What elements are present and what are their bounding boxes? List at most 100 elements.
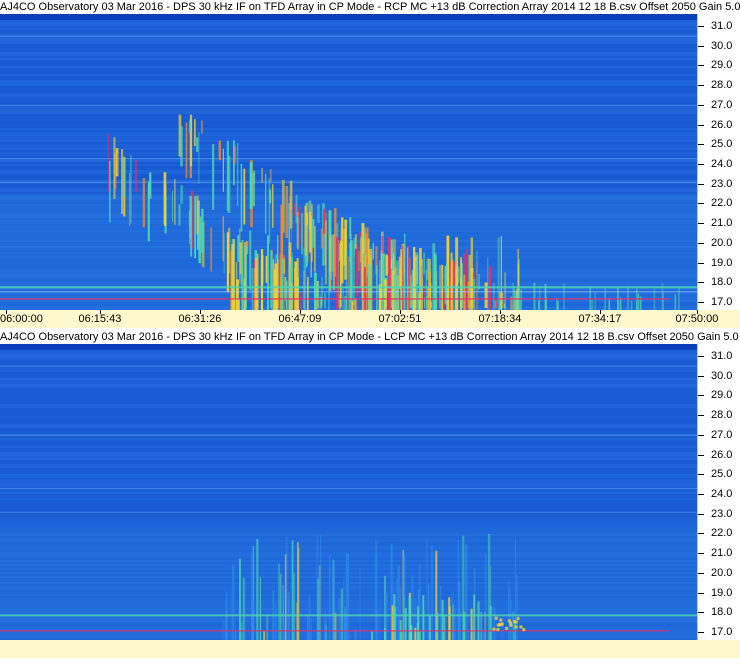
noise-band [0, 506, 697, 508]
burst-streak [514, 620, 518, 624]
burst-streak [378, 284, 382, 310]
noise-band [0, 398, 697, 400]
burst-streak [408, 258, 411, 310]
burst-streak [201, 120, 203, 134]
x-tick [100, 310, 101, 314]
burst-streak [399, 620, 402, 640]
burst-streak [620, 298, 622, 310]
y-tick-label: 30.0 [711, 39, 733, 52]
y-tick [698, 375, 704, 377]
burst-streak [261, 167, 263, 183]
burst-streak [460, 257, 462, 310]
burst-streak [239, 558, 241, 640]
burst-streak [194, 195, 196, 259]
noise-band [0, 174, 697, 176]
edge-band [0, 344, 697, 350]
burst-streak [432, 243, 436, 310]
burst-streak [354, 298, 357, 310]
burst-streak [422, 595, 425, 640]
burst-streak [473, 594, 476, 640]
noise-band [0, 82, 697, 84]
burst-streak [494, 616, 498, 620]
noise-band [0, 90, 697, 92]
y-tick-label: 21.0 [711, 547, 733, 560]
burst-streak [271, 251, 273, 310]
noise-band [0, 56, 697, 58]
y-tick [698, 612, 704, 614]
burst-streak [504, 272, 506, 310]
noise-band [0, 432, 697, 434]
burst-streak [430, 545, 434, 640]
burst-streak [364, 266, 367, 310]
y-tick [698, 65, 704, 67]
y-tick-label: 24.0 [711, 487, 733, 500]
burst-streak [404, 608, 407, 640]
y-tick-label: 17.0 [711, 296, 733, 309]
y-tick-label: 31.0 [711, 349, 733, 362]
noise-band [0, 60, 697, 62]
burst-streak [296, 217, 299, 248]
interference-line [0, 488, 697, 490]
noise-band [0, 46, 697, 48]
burst-streak [296, 602, 298, 640]
noise-band [0, 186, 697, 188]
noise-band [0, 32, 697, 34]
rcp-title: AJ4CO Observatory 03 Mar 2016 - DPS 30 k… [0, 0, 740, 14]
noise-band [0, 160, 697, 162]
burst-streak [301, 213, 304, 255]
y-tick-label: 19.0 [711, 586, 733, 599]
noise-band [0, 502, 697, 504]
noise-band [0, 470, 697, 472]
burst-streak [384, 628, 386, 640]
burst-streak [662, 292, 664, 310]
noise-band [0, 390, 697, 392]
burst-streak [421, 258, 423, 310]
noise-band [0, 356, 697, 358]
burst-streak [468, 254, 472, 310]
noise-band [0, 446, 697, 448]
burst-streak [353, 244, 355, 257]
burst-streak [514, 625, 518, 629]
burst-streak [473, 278, 476, 310]
noise-band [0, 188, 697, 190]
noise-band [0, 504, 697, 506]
noise-band [0, 110, 697, 112]
noise-band [0, 88, 697, 90]
noise-band [0, 368, 697, 370]
noise-band [0, 350, 697, 352]
rcp-time-axis: 06:00:00 06:15:43 06:31:26 06:47:09 07:02:51… [0, 310, 740, 328]
burst-streak [397, 565, 400, 640]
burst-streak [240, 163, 243, 232]
y-tick-label: 30.0 [711, 369, 733, 382]
burst-streak [446, 262, 448, 310]
burst-streak [384, 279, 387, 310]
rcp-spectrogram-svg [0, 14, 697, 310]
x-tick-label: 07:02:51 [378, 313, 422, 325]
burst-streak [492, 627, 496, 631]
y-tick [698, 163, 704, 165]
burst-streak [538, 300, 540, 310]
burst-streak [414, 627, 417, 640]
x-tick [200, 310, 201, 314]
noise-band [0, 442, 697, 444]
noise-band [0, 490, 697, 492]
noise-band [0, 92, 697, 94]
burst-streak [338, 598, 341, 640]
burst-streak [594, 292, 596, 310]
y-tick-label: 17.0 [711, 626, 733, 639]
burst-streak [372, 242, 374, 260]
burst-streak [263, 631, 266, 640]
y-tick-label: 25.0 [711, 138, 733, 151]
noise-band [0, 466, 697, 468]
noise-band [0, 374, 697, 376]
x-tick [500, 310, 501, 314]
noise-band [0, 74, 697, 76]
y-tick [698, 355, 704, 357]
noise-band [0, 450, 697, 452]
noise-band [0, 134, 697, 136]
burst-streak [345, 553, 348, 640]
rcp-panel: AJ4CO Observatory 03 Mar 2016 - DPS 30 k… [0, 0, 740, 330]
y-tick [698, 45, 704, 47]
burst-streak [289, 180, 293, 229]
burst-streak [344, 295, 347, 310]
